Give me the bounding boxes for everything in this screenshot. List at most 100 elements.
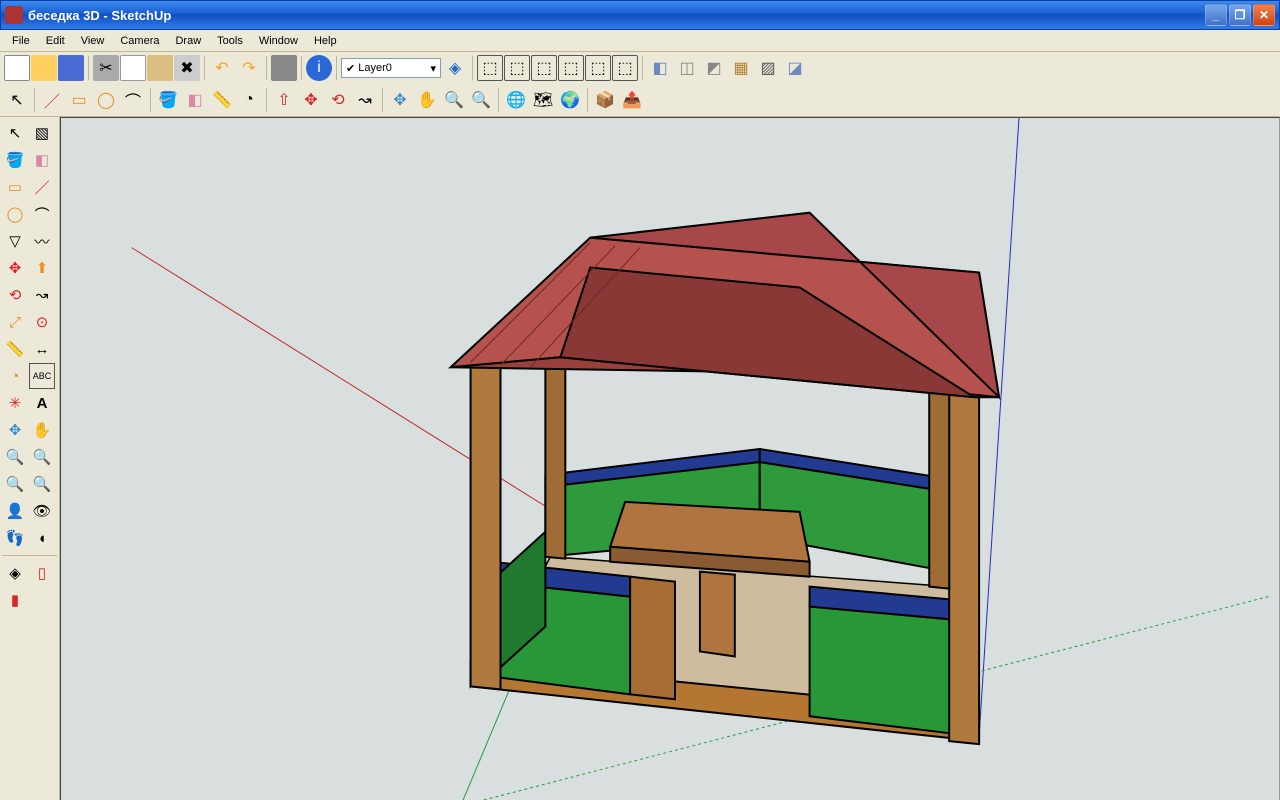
zoom-tool-button[interactable]: 🔍 — [2, 444, 28, 470]
arc-tool-button[interactable]: ⌒ — [120, 87, 146, 113]
model-info-button[interactable]: i — [306, 55, 332, 81]
line-tool-button[interactable]: ／ — [39, 87, 65, 113]
viewport-3d[interactable] — [60, 117, 1280, 800]
rotate-button[interactable]: ⟲ — [325, 87, 351, 113]
hide-button[interactable]: ◈ — [2, 560, 28, 586]
main-area: ↖ ▧ 🪣 ◧ ▭ ／ ◯ ⌒ ▽ 〰 ✥ ⬆ ⟲ ↝ ⤢ ⊙ 📏 ↔ ◔ AB… — [0, 117, 1280, 800]
section-cuts-button[interactable]: ▮ — [2, 587, 28, 613]
rectangle-button[interactable]: ▭ — [2, 174, 28, 200]
pushpull-button[interactable]: ⬆ — [29, 255, 55, 281]
rect-tool-button[interactable]: ▭ — [66, 87, 92, 113]
menu-camera[interactable]: Camera — [112, 33, 167, 49]
side-toolbox: ↖ ▧ 🪣 ◧ ▭ ／ ◯ ⌒ ▽ 〰 ✥ ⬆ ⟲ ↝ ⤢ ⊙ 📏 ↔ ◔ AB… — [0, 117, 60, 800]
polygon-button[interactable]: ▽ — [2, 228, 28, 254]
menu-help[interactable]: Help — [306, 33, 345, 49]
close-button[interactable]: ✕ — [1253, 4, 1275, 26]
undo-button[interactable]: ↶ — [209, 55, 235, 81]
orbit-button[interactable]: ✥ — [387, 87, 413, 113]
menu-edit[interactable]: Edit — [38, 33, 73, 49]
offset-button[interactable]: ⊙ — [29, 309, 55, 335]
next-view-button[interactable]: 🔍 — [29, 471, 55, 497]
move-button[interactable]: ✥ — [2, 255, 28, 281]
google-earth-button[interactable]: 🌍 — [557, 87, 583, 113]
dimension-button[interactable]: ↔ — [29, 336, 55, 362]
select-arrow-button[interactable]: ↖ — [4, 87, 30, 113]
walk-button[interactable]: 👣 — [2, 525, 28, 551]
style-texture-button[interactable]: ▦ — [728, 55, 754, 81]
protractor-tool-button[interactable]: ◔ — [2, 363, 28, 389]
style-shaded-button[interactable]: ◧ — [647, 55, 673, 81]
pan-tool-button[interactable]: ✋ — [29, 417, 55, 443]
menu-view[interactable]: View — [73, 33, 113, 49]
minimize-button[interactable]: _ — [1205, 4, 1227, 26]
eraser-tool-button[interactable]: ◧ — [182, 87, 208, 113]
view-back-button[interactable]: ⬚ — [585, 55, 611, 81]
style-wire-button[interactable]: ◫ — [674, 55, 700, 81]
layer-manager-button[interactable]: ◈ — [442, 55, 468, 81]
view-iso-button[interactable]: ⬚ — [477, 55, 503, 81]
toolbar-row-2: ↖ ／ ▭ ◯ ⌒ 🪣 ◧ 📏 ◔ ⇧ ✥ ⟲ ↝ ✥ ✋ 🔍 🔍 🌐 🗺 🌍 … — [0, 84, 1280, 116]
menu-file[interactable]: File — [4, 33, 38, 49]
share-model-button[interactable]: 📤 — [619, 87, 645, 113]
add-location-button[interactable]: 🌐 — [503, 87, 529, 113]
style-xray-button[interactable]: ◪ — [782, 55, 808, 81]
style-hidden-button[interactable]: ◩ — [701, 55, 727, 81]
layer-current: Layer0 — [358, 62, 392, 74]
cut-button[interactable]: ✂ — [93, 55, 119, 81]
rotate-tool-button[interactable]: ⟲ — [2, 282, 28, 308]
pan-button[interactable]: ✋ — [414, 87, 440, 113]
select-tool-button[interactable]: ↖ — [2, 120, 28, 146]
freehand-button[interactable]: 〰 — [29, 228, 55, 254]
line-button[interactable]: ／ — [29, 174, 55, 200]
layer-selector[interactable]: ✔Layer0 ▾ — [341, 58, 441, 78]
3dtext-button[interactable]: A — [29, 390, 55, 416]
zoom-extents-button[interactable]: 🔍 — [468, 87, 494, 113]
menu-window[interactable]: Window — [251, 33, 306, 49]
preview-ge-button[interactable]: 🗺 — [530, 87, 556, 113]
circle-button[interactable]: ◯ — [2, 201, 28, 227]
paste-button[interactable] — [147, 55, 173, 81]
new-file-button[interactable] — [4, 55, 30, 81]
tape-tool-button[interactable]: 📏 — [209, 87, 235, 113]
view-right-button[interactable]: ⬚ — [558, 55, 584, 81]
zoom-button[interactable]: 🔍 — [441, 87, 467, 113]
position-cam-button[interactable]: 👤 — [2, 498, 28, 524]
look-button[interactable]: 👁 — [29, 498, 55, 524]
view-left-button[interactable]: ⬚ — [612, 55, 638, 81]
prev-view-button[interactable]: 🔍 — [2, 471, 28, 497]
save-button[interactable] — [58, 55, 84, 81]
protractor-button[interactable]: ◔ — [236, 87, 262, 113]
get-models-button[interactable]: 📦 — [592, 87, 618, 113]
push-pull-button[interactable]: ⇧ — [271, 87, 297, 113]
orbit-tool-button[interactable]: ✥ — [2, 417, 28, 443]
zoom-ext-button[interactable]: 🔍 — [29, 444, 55, 470]
followme-button[interactable]: ↝ — [29, 282, 55, 308]
circle-tool-button[interactable]: ◯ — [93, 87, 119, 113]
app-icon — [5, 6, 23, 24]
section-display-button[interactable]: ▯ — [29, 560, 55, 586]
style-mono-button[interactable]: ▨ — [755, 55, 781, 81]
follow-me-button[interactable]: ↝ — [352, 87, 378, 113]
menu-tools[interactable]: Tools — [209, 33, 251, 49]
tape-measure-button[interactable]: 📏 — [2, 336, 28, 362]
scale-button[interactable]: ⤢ — [2, 309, 28, 335]
move-tool-button[interactable]: ✥ — [298, 87, 324, 113]
erase-button[interactable]: ✖ — [174, 55, 200, 81]
paint-bucket-button[interactable]: 🪣 — [155, 87, 181, 113]
toolbar: ✂ ✖ ↶ ↷ i ✔Layer0 ▾ ◈ ⬚ ⬚ ⬚ ⬚ ⬚ ⬚ ◧ ◫ ◩ … — [0, 52, 1280, 117]
paint-tool-button[interactable]: 🪣 — [2, 147, 28, 173]
eraser-button[interactable]: ◧ — [29, 147, 55, 173]
redo-button[interactable]: ↷ — [236, 55, 262, 81]
arc-button[interactable]: ⌒ — [29, 201, 55, 227]
menu-draw[interactable]: Draw — [167, 33, 209, 49]
copy-button[interactable] — [120, 55, 146, 81]
make-component-button[interactable]: ▧ — [29, 120, 55, 146]
text-button[interactable]: ABC — [29, 363, 55, 389]
axes-button[interactable]: ✳ — [2, 390, 28, 416]
open-file-button[interactable] — [31, 55, 57, 81]
maximize-button[interactable]: ❐ — [1229, 4, 1251, 26]
print-button[interactable] — [271, 55, 297, 81]
section-button[interactable]: ◖ — [29, 525, 55, 551]
view-front-button[interactable]: ⬚ — [531, 55, 557, 81]
view-top-button[interactable]: ⬚ — [504, 55, 530, 81]
